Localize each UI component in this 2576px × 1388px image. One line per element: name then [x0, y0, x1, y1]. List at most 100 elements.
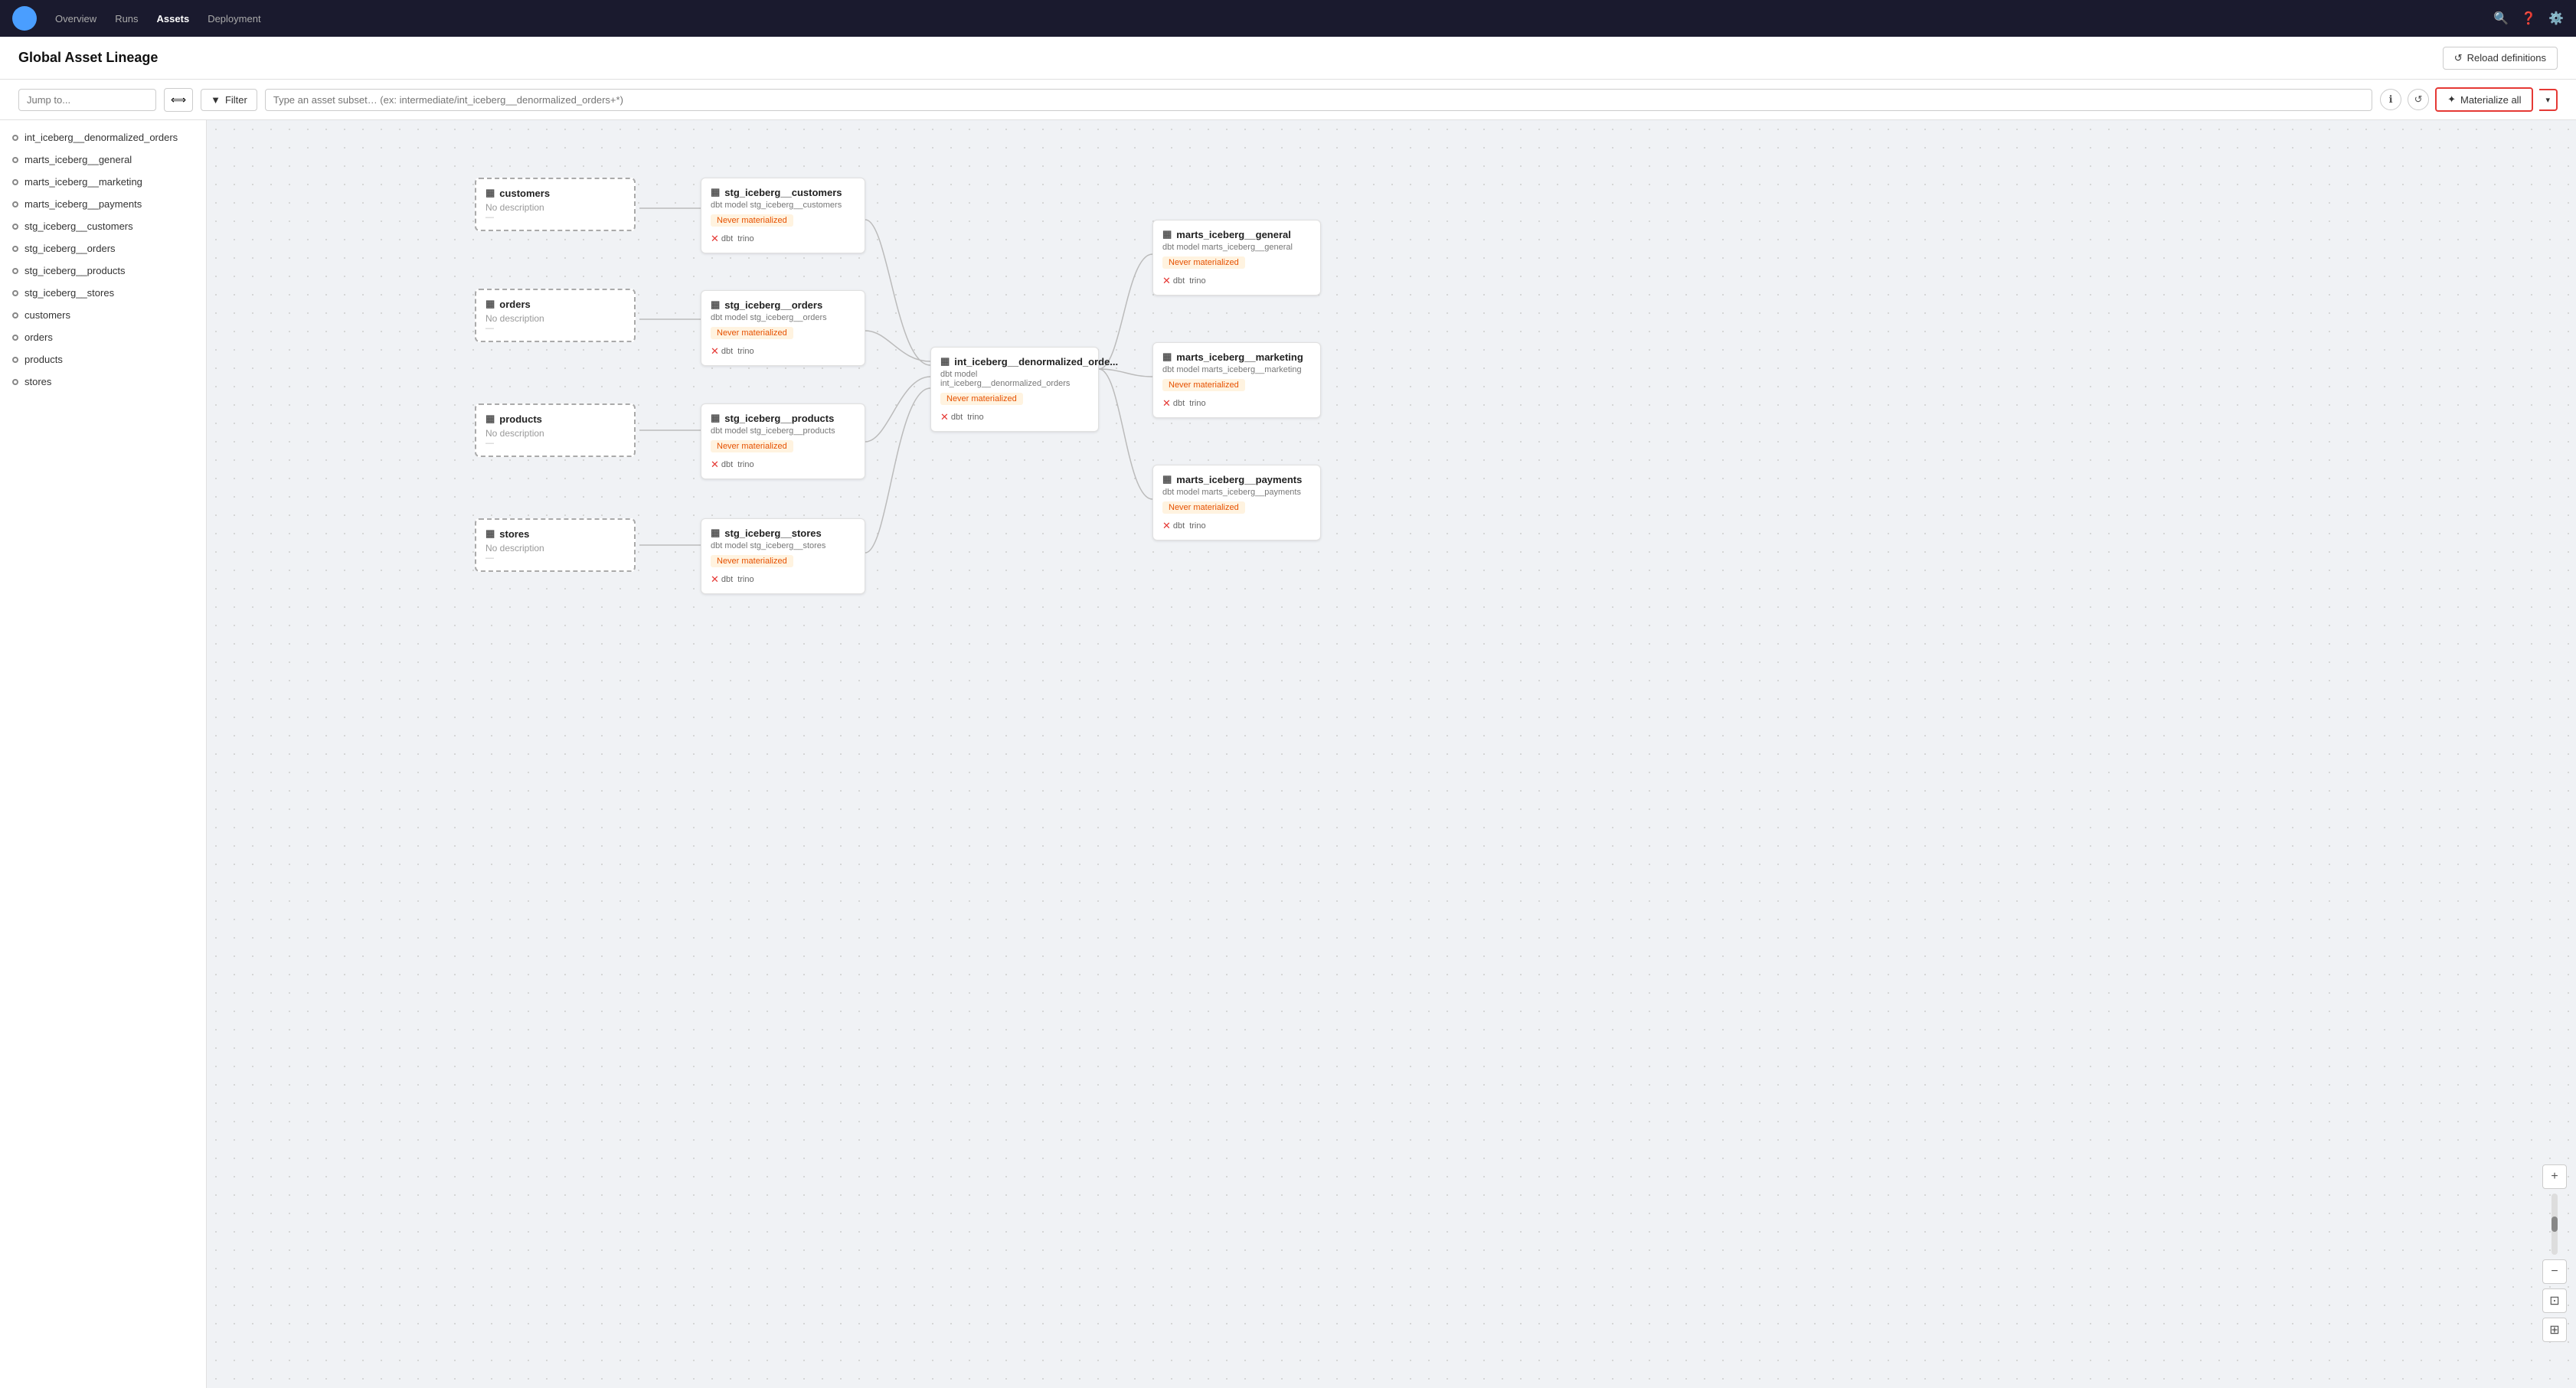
toggle-sidebar-button[interactable]: ⟺: [164, 88, 193, 112]
zoom-in-button[interactable]: +: [2542, 1164, 2567, 1189]
dbt-tag: ✕dbt: [1162, 520, 1185, 532]
never-materialized-badge: Never materialized: [711, 555, 793, 567]
trino-tag: trino: [967, 413, 983, 422]
zoom-controls: + − ⊡ ⊞: [2542, 1164, 2567, 1342]
sidebar-item-orders[interactable]: orders: [0, 326, 206, 348]
lineage-canvas[interactable]: ▦ customers No description — ▦ orders No…: [207, 120, 2576, 1388]
canvas-content: ▦ customers No description — ▦ orders No…: [207, 120, 2576, 1388]
dbt-tag: ✕dbt: [711, 345, 733, 358]
materialize-icon: ✦: [2447, 93, 2456, 106]
model-icon: ▦: [940, 355, 950, 367]
sidebar-item-products[interactable]: products: [0, 348, 206, 371]
model-node-stg-orders[interactable]: ▦ stg_iceberg__orders dbt model stg_iceb…: [701, 290, 865, 366]
sidebar-item-stg-stores[interactable]: stg_iceberg__stores: [0, 282, 206, 304]
help-icon[interactable]: ❓: [2521, 11, 2536, 26]
source-node-desc: No description: [485, 313, 625, 324]
trino-tag: trino: [737, 347, 754, 356]
trino-tag: trino: [1189, 399, 1205, 408]
nav-runs[interactable]: Runs: [115, 13, 138, 24]
model-node-desc: dbt model marts_iceberg__marketing: [1162, 365, 1311, 374]
source-node-stores[interactable]: ▦ stores No description —: [475, 518, 636, 572]
nav-assets[interactable]: Assets: [157, 13, 190, 24]
settings-icon[interactable]: ⚙️: [2548, 11, 2564, 26]
trino-tag: trino: [1189, 521, 1205, 531]
dbt-icon: ✕: [1162, 397, 1171, 410]
model-icon: ▦: [711, 527, 720, 539]
search-icon[interactable]: 🔍: [2493, 11, 2509, 26]
source-node-dash: —: [485, 439, 625, 448]
dbt-icon: ✕: [711, 233, 719, 245]
trino-tag: trino: [1189, 276, 1205, 286]
model-node-desc: dbt model marts_iceberg__payments: [1162, 488, 1311, 497]
sidebar-item-stg-orders[interactable]: stg_iceberg__orders: [0, 237, 206, 260]
sidebar-item-marts-marketing[interactable]: marts_iceberg__marketing: [0, 171, 206, 193]
sidebar-dot: [12, 335, 18, 341]
dbt-icon: ✕: [1162, 275, 1171, 287]
zoom-out-button[interactable]: −: [2542, 1259, 2567, 1284]
never-materialized-badge: Never materialized: [711, 327, 793, 339]
toolbar: ⟺ ▼ Filter ℹ ↺ ✦ Materialize all ▾: [0, 80, 2576, 120]
model-node-stg-customers[interactable]: ▦ stg_iceberg__customers dbt model stg_i…: [701, 178, 865, 253]
never-materialized-badge: Never materialized: [711, 440, 793, 452]
sidebar-dot: [12, 268, 18, 274]
sidebar-item-stg-products[interactable]: stg_iceberg__products: [0, 260, 206, 282]
zoom-track[interactable]: [2551, 1194, 2558, 1255]
materialize-dropdown-button[interactable]: ▾: [2539, 89, 2558, 111]
model-node-int-denormalized[interactable]: ▦ int_iceberg__denormalized_orde... dbt …: [930, 347, 1099, 432]
sidebar-dot: [12, 357, 18, 363]
filter-button[interactable]: ▼ Filter: [201, 89, 257, 111]
model-icon: ▦: [711, 412, 720, 424]
sidebar-dot: [12, 224, 18, 230]
sidebar-dot: [12, 379, 18, 385]
source-node-dash: —: [485, 554, 625, 563]
graph-layout-button[interactable]: ⊞: [2542, 1318, 2567, 1342]
reload-button[interactable]: ↺ Reload definitions: [2443, 47, 2558, 70]
fit-view-button[interactable]: ⊡: [2542, 1288, 2567, 1313]
nav-links: Overview Runs Assets Deployment: [55, 13, 261, 24]
sidebar-item-marts-general[interactable]: marts_iceberg__general: [0, 149, 206, 171]
topnav: Overview Runs Assets Deployment 🔍 ❓ ⚙️: [0, 0, 2576, 37]
source-node-products[interactable]: ▦ products No description —: [475, 403, 636, 457]
sidebar-item-stores[interactable]: stores: [0, 371, 206, 393]
model-icon: ▦: [1162, 473, 1172, 485]
dbt-icon: ✕: [940, 411, 949, 423]
model-node-mart-marketing[interactable]: ▦ marts_iceberg__marketing dbt model mar…: [1152, 342, 1321, 418]
source-node-customers[interactable]: ▦ customers No description —: [475, 178, 636, 231]
model-node-mart-general[interactable]: ▦ marts_iceberg__general dbt model marts…: [1152, 220, 1321, 296]
asset-search-input[interactable]: [265, 89, 2372, 111]
sidebar-item-int-denormalized[interactable]: int_iceberg__denormalized_orders: [0, 126, 206, 149]
source-node-dash: —: [485, 213, 625, 222]
sidebar-item-marts-payments[interactable]: marts_iceberg__payments: [0, 193, 206, 215]
never-materialized-badge: Never materialized: [711, 214, 793, 227]
sidebar-dot: [12, 246, 18, 252]
dbt-tag: ✕dbt: [1162, 275, 1185, 287]
page-title: Global Asset Lineage: [18, 50, 158, 66]
info-icon[interactable]: ℹ: [2380, 89, 2401, 110]
never-materialized-badge: Never materialized: [940, 393, 1023, 405]
table-icon: ▦: [485, 527, 495, 540]
trino-tag: trino: [737, 234, 754, 243]
source-node-orders[interactable]: ▦ orders No description —: [475, 289, 636, 342]
nav-deployment[interactable]: Deployment: [208, 13, 260, 24]
sidebar-dot: [12, 179, 18, 185]
dbt-icon: ✕: [711, 573, 719, 586]
source-node-desc: No description: [485, 543, 625, 554]
table-icon: ▦: [485, 413, 495, 425]
zoom-thumb[interactable]: [2551, 1217, 2558, 1232]
nav-overview[interactable]: Overview: [55, 13, 96, 24]
model-node-stg-stores[interactable]: ▦ stg_iceberg__stores dbt model stg_iceb…: [701, 518, 865, 594]
jump-input[interactable]: [18, 89, 156, 111]
model-node-desc: dbt model marts_iceberg__general: [1162, 243, 1311, 252]
model-icon: ▦: [1162, 228, 1172, 240]
sidebar-item-customers[interactable]: customers: [0, 304, 206, 326]
model-node-mart-payments[interactable]: ▦ marts_iceberg__payments dbt model mart…: [1152, 465, 1321, 541]
refresh-icon[interactable]: ↺: [2408, 89, 2429, 110]
toolbar-right: ℹ ↺ ✦ Materialize all ▾: [2380, 87, 2558, 112]
reload-icon: ↺: [2454, 52, 2463, 64]
sidebar-item-stg-customers[interactable]: stg_iceberg__customers: [0, 215, 206, 237]
dbt-icon: ✕: [1162, 520, 1171, 532]
model-icon: ▦: [711, 299, 720, 311]
model-node-stg-products[interactable]: ▦ stg_iceberg__products dbt model stg_ic…: [701, 403, 865, 479]
main-layout: int_iceberg__denormalized_orders marts_i…: [0, 120, 2576, 1388]
materialize-button[interactable]: ✦ Materialize all: [2435, 87, 2533, 112]
